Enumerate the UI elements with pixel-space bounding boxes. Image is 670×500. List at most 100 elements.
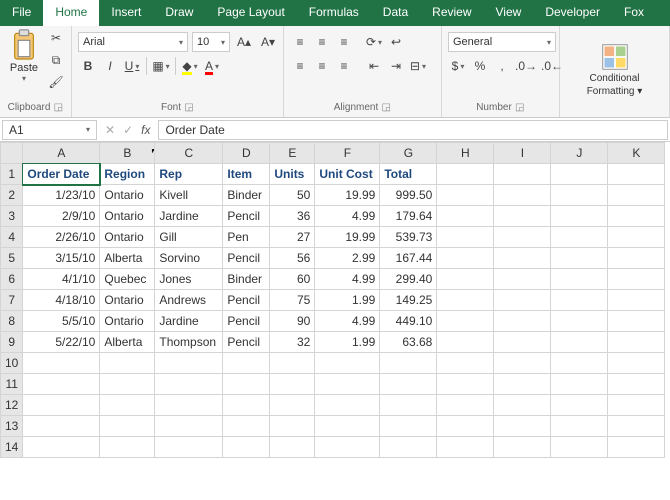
cell-J4[interactable] (551, 227, 608, 248)
cell-F1[interactable]: Unit Cost (315, 164, 380, 185)
cell-C9[interactable]: Thompson (155, 332, 223, 353)
cell-I10[interactable] (494, 353, 551, 374)
cell-D13[interactable] (223, 416, 270, 437)
cell-J1[interactable] (551, 164, 608, 185)
cell-D5[interactable]: Pencil (223, 248, 270, 269)
cell-D7[interactable]: Pencil (223, 290, 270, 311)
cell-B11[interactable] (100, 374, 155, 395)
cell-G8[interactable]: 449.10 (380, 311, 437, 332)
font-color-button[interactable]: A (202, 56, 222, 76)
cell-E8[interactable]: 90 (270, 311, 315, 332)
cell-B8[interactable]: Ontario (100, 311, 155, 332)
cell-K8[interactable] (608, 311, 665, 332)
font-name-select[interactable]: Arial▾ (78, 32, 188, 52)
copy-button[interactable]: ⧉ (46, 50, 66, 70)
row-header-3[interactable]: 3 (1, 206, 23, 227)
cell-C13[interactable] (155, 416, 223, 437)
cell-C3[interactable]: Jardine (155, 206, 223, 227)
tab-page-layout[interactable]: Page Layout (205, 0, 296, 26)
select-all-corner[interactable] (1, 143, 23, 164)
cell-K10[interactable] (608, 353, 665, 374)
cell-K13[interactable] (608, 416, 665, 437)
formula-input[interactable]: Order Date (158, 120, 668, 140)
cell-G11[interactable] (380, 374, 437, 395)
tab-view[interactable]: View (484, 0, 534, 26)
tab-developer[interactable]: Developer (533, 0, 612, 26)
cell-K5[interactable] (608, 248, 665, 269)
cell-D14[interactable] (223, 437, 270, 458)
fill-color-button[interactable]: ◆ (180, 56, 200, 76)
cell-J13[interactable] (551, 416, 608, 437)
cell-A1[interactable]: Order Date (23, 164, 100, 185)
cell-K3[interactable] (608, 206, 665, 227)
cell-E4[interactable]: 27 (270, 227, 315, 248)
cell-H14[interactable] (437, 437, 494, 458)
cell-C2[interactable]: Kivell (155, 185, 223, 206)
cell-I8[interactable] (494, 311, 551, 332)
cell-F2[interactable]: 19.99 (315, 185, 380, 206)
tab-insert[interactable]: Insert (99, 0, 153, 26)
cell-F3[interactable]: 4.99 (315, 206, 380, 227)
cell-K6[interactable] (608, 269, 665, 290)
cell-I11[interactable] (494, 374, 551, 395)
increase-decimal-button[interactable]: .0→ (514, 56, 538, 76)
cell-D6[interactable]: Binder (223, 269, 270, 290)
cell-H13[interactable] (437, 416, 494, 437)
cell-E3[interactable]: 36 (270, 206, 315, 227)
cell-E10[interactable] (270, 353, 315, 374)
cell-K7[interactable] (608, 290, 665, 311)
cell-J8[interactable] (551, 311, 608, 332)
cell-F5[interactable]: 2.99 (315, 248, 380, 269)
cell-B4[interactable]: Ontario (100, 227, 155, 248)
cell-J3[interactable] (551, 206, 608, 227)
cell-G14[interactable] (380, 437, 437, 458)
cell-H8[interactable] (437, 311, 494, 332)
cell-I1[interactable] (494, 164, 551, 185)
cell-C4[interactable]: Gill (155, 227, 223, 248)
cell-D4[interactable]: Pen (223, 227, 270, 248)
cell-I9[interactable] (494, 332, 551, 353)
cell-A12[interactable] (23, 395, 100, 416)
cell-J10[interactable] (551, 353, 608, 374)
cell-B10[interactable] (100, 353, 155, 374)
cell-J6[interactable] (551, 269, 608, 290)
cell-C5[interactable]: Sorvino (155, 248, 223, 269)
cell-G6[interactable]: 299.40 (380, 269, 437, 290)
worksheet-grid[interactable]: AB↖CDEFGHIJK1Order DateRegionRepItemUnit… (0, 142, 670, 500)
cell-D8[interactable]: Pencil (223, 311, 270, 332)
cell-G12[interactable] (380, 395, 437, 416)
cell-C8[interactable]: Jardine (155, 311, 223, 332)
tab-home[interactable]: Home (43, 0, 99, 26)
cell-I5[interactable] (494, 248, 551, 269)
number-format-select[interactable]: General▾ (448, 32, 556, 52)
underline-button[interactable]: U (122, 56, 142, 76)
cell-I2[interactable] (494, 185, 551, 206)
cell-E14[interactable] (270, 437, 315, 458)
cell-F11[interactable] (315, 374, 380, 395)
alignment-dialog-icon[interactable]: ◲ (381, 103, 391, 113)
cell-B1[interactable]: Region (100, 164, 155, 185)
cell-G3[interactable]: 179.64 (380, 206, 437, 227)
align-left-button[interactable]: ≡ (290, 56, 310, 76)
align-right-button[interactable]: ≡ (334, 56, 354, 76)
cell-E9[interactable]: 32 (270, 332, 315, 353)
cell-H2[interactable] (437, 185, 494, 206)
row-header-4[interactable]: 4 (1, 227, 23, 248)
cell-C7[interactable]: Andrews (155, 290, 223, 311)
cell-E2[interactable]: 50 (270, 185, 315, 206)
cell-K2[interactable] (608, 185, 665, 206)
cell-E12[interactable] (270, 395, 315, 416)
cell-J2[interactable] (551, 185, 608, 206)
cell-D1[interactable]: Item (223, 164, 270, 185)
cell-F10[interactable] (315, 353, 380, 374)
decrease-font-button[interactable]: A▾ (258, 32, 278, 52)
align-center-button[interactable]: ≡ (312, 56, 332, 76)
cell-C10[interactable] (155, 353, 223, 374)
cell-B7[interactable]: Ontario (100, 290, 155, 311)
row-header-6[interactable]: 6 (1, 269, 23, 290)
cell-I12[interactable] (494, 395, 551, 416)
percent-button[interactable]: % (470, 56, 490, 76)
cell-D3[interactable]: Pencil (223, 206, 270, 227)
cell-K9[interactable] (608, 332, 665, 353)
cell-K12[interactable] (608, 395, 665, 416)
